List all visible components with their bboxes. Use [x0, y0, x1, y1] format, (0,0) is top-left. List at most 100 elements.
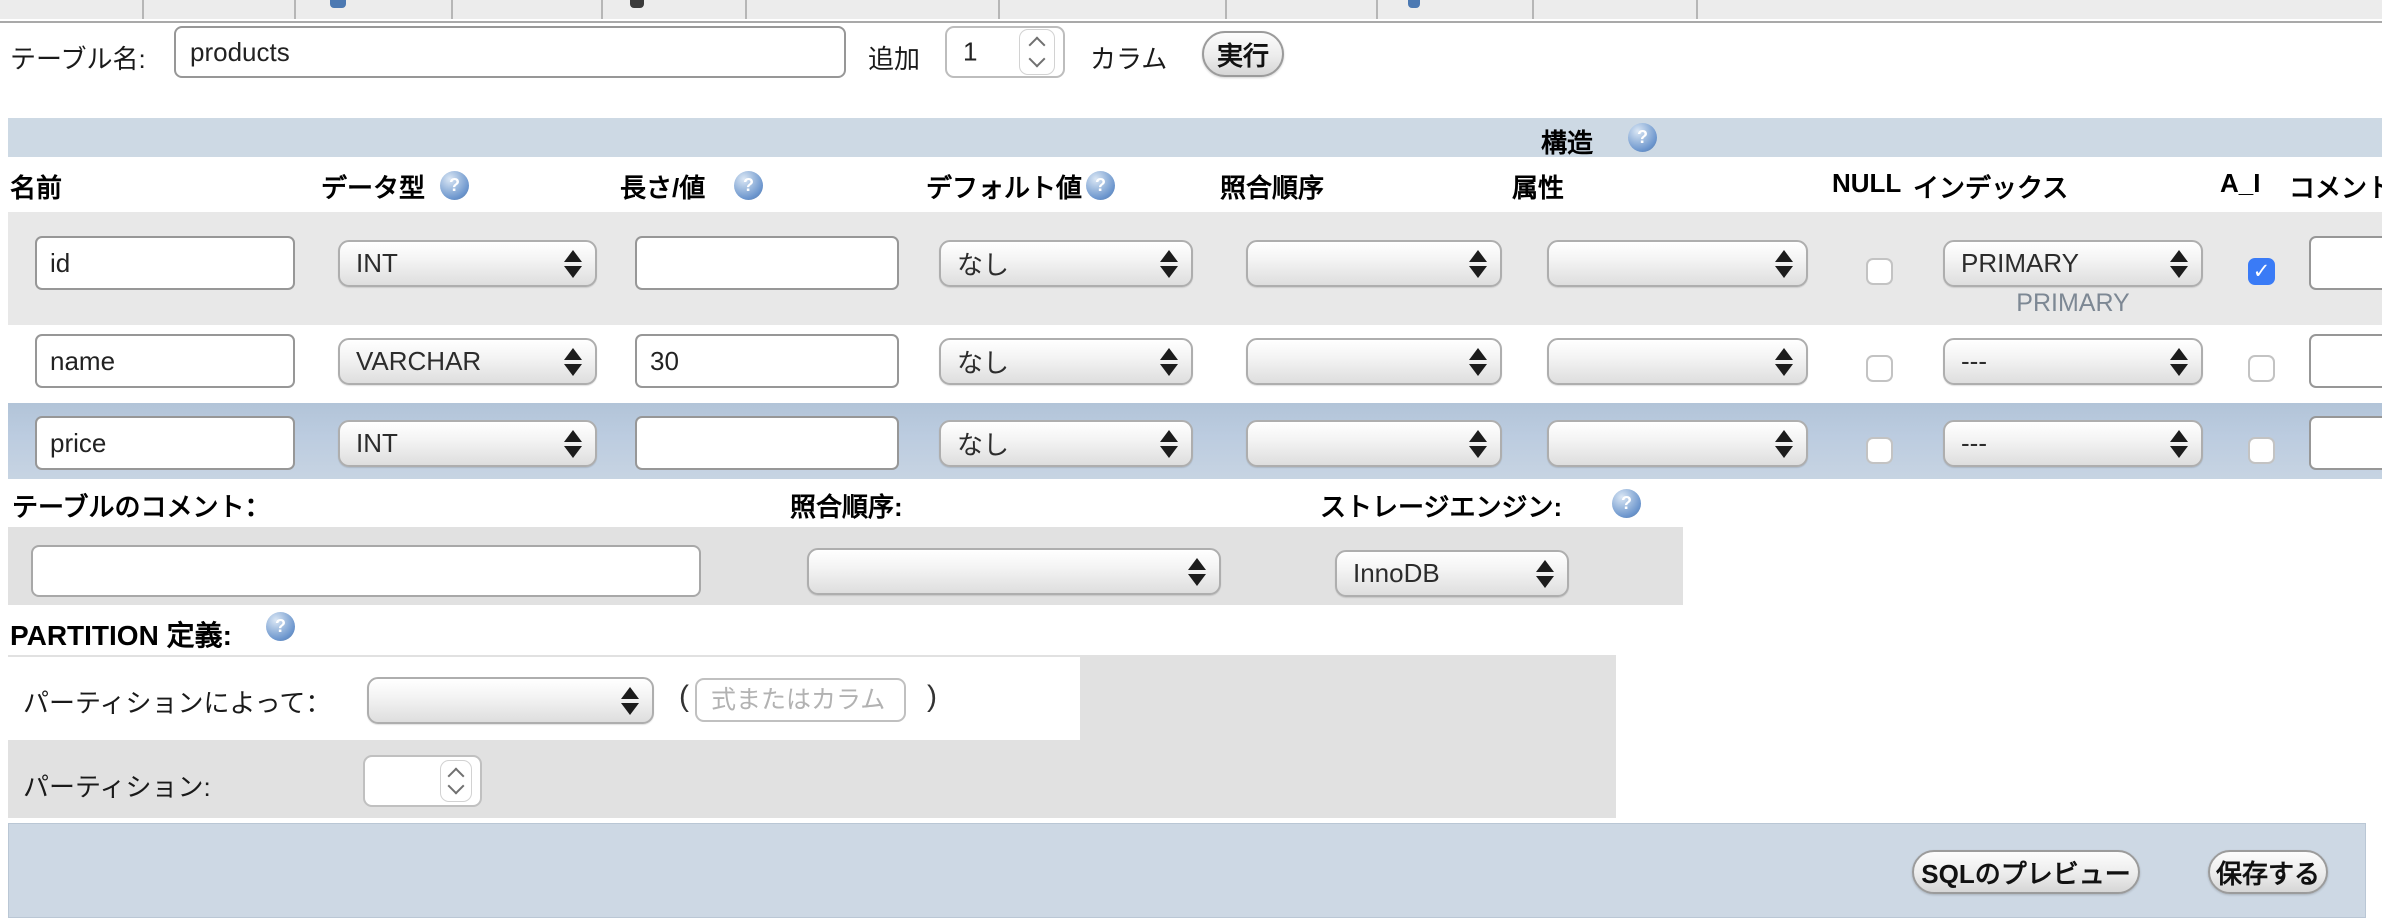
- tab-stub[interactable]: [1534, 0, 1698, 19]
- select-arrows-icon: [564, 248, 582, 280]
- column-length-input[interactable]: [635, 236, 899, 290]
- column-attributes-select[interactable]: [1547, 240, 1808, 287]
- help-icon[interactable]: ?: [1086, 171, 1115, 200]
- help-icon[interactable]: ?: [266, 612, 295, 641]
- tab-icon-fragment: [630, 0, 644, 8]
- help-icon[interactable]: ?: [1612, 489, 1641, 518]
- column-type-select[interactable]: VARCHAR: [338, 338, 597, 385]
- column-name-input[interactable]: [35, 416, 295, 470]
- column-collation-select[interactable]: [1246, 420, 1502, 467]
- stepper-icon[interactable]: [440, 760, 472, 802]
- col-header-comment: コメント: [2289, 168, 2382, 205]
- go-button[interactable]: 実行: [1202, 31, 1284, 77]
- tab-stub[interactable]: [453, 0, 603, 19]
- column-type-select[interactable]: INT: [338, 420, 597, 467]
- tab-icon-fragment: [330, 0, 346, 8]
- null-checkbox[interactable]: [1866, 258, 1893, 285]
- tab-stub[interactable]: [747, 0, 1000, 19]
- null-checkbox[interactable]: [1866, 437, 1893, 464]
- tab-stub[interactable]: [1378, 0, 1534, 19]
- col-header-collation: 照合順序: [1220, 168, 1324, 205]
- partitions-count-label: パーティション:: [23, 767, 211, 804]
- column-comment-input[interactable]: [2309, 334, 2382, 388]
- tab-stub[interactable]: [603, 0, 747, 19]
- select-arrows-icon: [1469, 248, 1487, 280]
- column-name-input[interactable]: [35, 236, 295, 290]
- partitions-count-input[interactable]: [363, 755, 482, 807]
- column-attributes-select[interactable]: [1547, 420, 1808, 467]
- select-arrows-icon: [621, 685, 639, 717]
- column-type-select[interactable]: INT: [338, 240, 597, 287]
- select-arrows-icon: [1160, 248, 1178, 280]
- column-row-id: INT なし PRIMARY PRIMARY ✓: [8, 212, 2382, 325]
- index-select[interactable]: ---: [1943, 420, 2203, 467]
- column-name-input[interactable]: [35, 334, 295, 388]
- partition-box: パーティションによって： ( ) パーティション:: [8, 655, 1616, 818]
- select-arrows-icon: [1188, 556, 1206, 588]
- select-arrows-icon: [1469, 428, 1487, 460]
- storage-engine-select[interactable]: InnoDB: [1335, 550, 1569, 597]
- index-select[interactable]: PRIMARY: [1943, 240, 2203, 287]
- select-arrows-icon: [1536, 558, 1554, 590]
- structure-header-band: 構造 ?: [8, 118, 2382, 157]
- tab-stub[interactable]: [1698, 0, 2382, 19]
- help-icon[interactable]: ?: [1628, 123, 1657, 152]
- column-default-select[interactable]: なし: [939, 420, 1193, 467]
- sql-preview-button[interactable]: SQLのプレビュー: [1912, 850, 2140, 894]
- tab-stub[interactable]: [296, 0, 453, 19]
- ai-checkbox[interactable]: [2248, 355, 2275, 382]
- select-arrows-icon: [1775, 428, 1793, 460]
- tab-stub[interactable]: [1227, 0, 1378, 19]
- tab-stub[interactable]: [0, 0, 144, 19]
- select-arrows-icon: [2170, 248, 2188, 280]
- tab-stub[interactable]: [144, 0, 296, 19]
- columns-word-label: カラム: [1090, 39, 1167, 76]
- column-row-price: INT なし ---: [8, 403, 2382, 479]
- ai-checkbox[interactable]: ✓: [2248, 258, 2275, 285]
- tab-stub[interactable]: [1000, 0, 1227, 19]
- col-header-attributes: 属性: [1512, 168, 1564, 205]
- table-comment-label: テーブルのコメント：: [12, 487, 270, 524]
- ai-checkbox[interactable]: [2248, 437, 2275, 464]
- help-icon[interactable]: ?: [440, 171, 469, 200]
- add-columns-count-input[interactable]: 1: [945, 26, 1065, 78]
- select-arrows-icon: [564, 428, 582, 460]
- select-arrows-icon: [564, 346, 582, 378]
- partition-expression-input[interactable]: [695, 678, 906, 722]
- col-header-null: NULL: [1832, 168, 1901, 199]
- column-header-row: 名前 データ型 ? 長さ/値 ? デフォルト値 ? 照合順序 属性 NULL イ…: [0, 168, 2382, 204]
- create-table-structure-page: テーブル名: 追加 1 カラム 実行 構造 ? 名前 データ型 ? 長さ/値 ?…: [0, 0, 2382, 924]
- checkmark-icon: ✓: [2253, 259, 2271, 284]
- partition-by-select[interactable]: [367, 677, 654, 724]
- partition-title: PARTITION 定義:: [10, 614, 232, 654]
- structure-title: 構造: [1541, 123, 1593, 160]
- help-icon[interactable]: ?: [734, 171, 763, 200]
- tab-icon-fragment: [1408, 0, 1420, 8]
- select-arrows-icon: [2170, 346, 2188, 378]
- column-comment-input[interactable]: [2309, 416, 2382, 470]
- select-arrows-icon: [1160, 428, 1178, 460]
- table-collation-select[interactable]: [807, 548, 1221, 595]
- col-header-ai: A_I: [2220, 168, 2260, 199]
- column-comment-input[interactable]: [2309, 236, 2382, 290]
- column-collation-select[interactable]: [1246, 240, 1502, 287]
- column-default-select[interactable]: なし: [939, 338, 1193, 385]
- select-arrows-icon: [1469, 346, 1487, 378]
- stepper-icon[interactable]: [1019, 29, 1055, 75]
- table-name-input[interactable]: [174, 26, 846, 78]
- select-arrows-icon: [1775, 346, 1793, 378]
- index-select[interactable]: ---: [1943, 338, 2203, 385]
- column-collation-select[interactable]: [1246, 338, 1502, 385]
- table-comment-input[interactable]: [31, 545, 701, 597]
- null-checkbox[interactable]: [1866, 355, 1893, 382]
- column-default-select[interactable]: なし: [939, 240, 1193, 287]
- column-length-input[interactable]: [635, 334, 899, 388]
- column-length-input[interactable]: [635, 416, 899, 470]
- column-attributes-select[interactable]: [1547, 338, 1808, 385]
- index-primary-label: PRIMARY: [1943, 289, 2203, 318]
- save-button[interactable]: 保存する: [2208, 850, 2328, 894]
- col-header-type: データ型: [321, 168, 425, 205]
- table-collation-label: 照合順序:: [790, 487, 903, 524]
- table-options-band: InnoDB: [8, 527, 1683, 605]
- footer-bar: SQLのプレビュー 保存する: [8, 823, 2366, 918]
